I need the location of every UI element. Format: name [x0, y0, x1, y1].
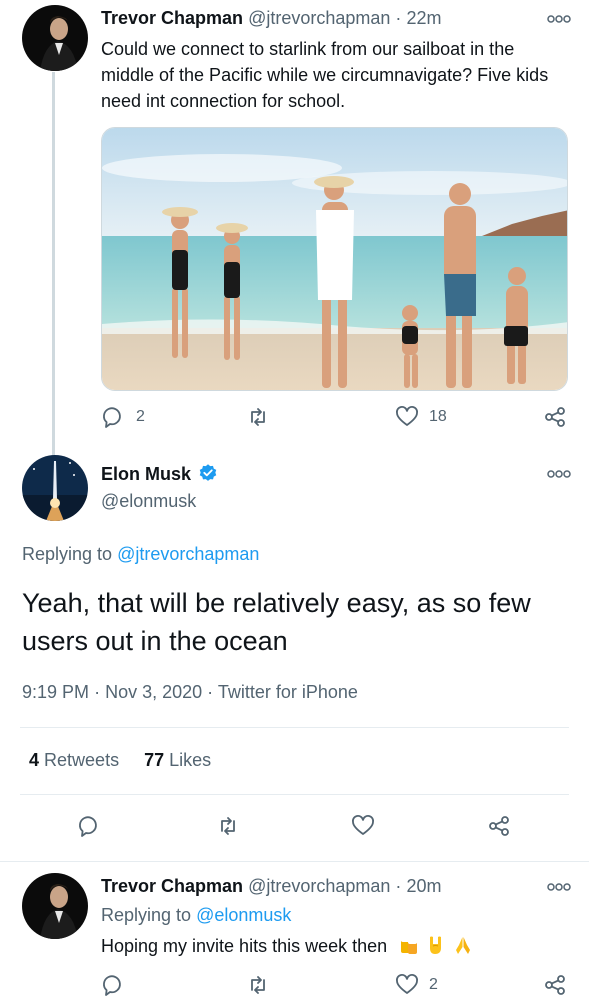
tweet-text-line: Hoping my invite hits this week then [101, 934, 474, 957]
separator-dot: · [94, 682, 101, 702]
like-action[interactable]: 18 [395, 405, 447, 429]
author-name[interactable]: Elon Musk [101, 464, 191, 484]
tweet-photo[interactable] [101, 127, 568, 391]
heart-icon [352, 815, 374, 835]
heart-icon [396, 974, 418, 994]
thread-connector [52, 72, 55, 456]
share-action[interactable] [543, 973, 567, 997]
tweet-time[interactable]: 9:19 PM [22, 682, 89, 702]
reply-icon [103, 407, 121, 428]
like-count: 18 [429, 408, 447, 425]
tweet-source[interactable]: Twitter for iPhone [218, 682, 358, 702]
share-action[interactable] [543, 405, 567, 429]
verified-badge-icon [199, 464, 217, 481]
engagement-stats: 4 Retweets 77 Likes [29, 750, 211, 771]
avatar[interactable] [22, 873, 88, 939]
rock-on-hand-emoji-icon [430, 936, 442, 954]
tweet-text: Could we connect to starlink from our sa… [101, 39, 549, 111]
retweet-icon [251, 976, 265, 994]
author-handle[interactable]: @elonmusk [101, 491, 196, 512]
reply-icon [103, 975, 121, 996]
share-icon [545, 975, 565, 995]
retweet-action[interactable] [246, 405, 270, 429]
likes-stat[interactable]: 77 Likes [144, 750, 211, 770]
replying-to-label: Replying to [101, 905, 192, 925]
share-icon [489, 816, 509, 836]
separator-dot: · [395, 876, 402, 896]
reply-action[interactable]: 2 [102, 405, 145, 429]
divider [20, 794, 569, 795]
timestamp[interactable]: 22m [406, 8, 441, 28]
retweets-stat[interactable]: 4 Retweets [29, 750, 124, 770]
retweets-count: 4 [29, 750, 40, 770]
like-button[interactable] [351, 814, 375, 838]
timestamp[interactable]: 20m [406, 876, 441, 896]
tweet-header: Trevor Chapman @jtrevorchapman · 20m [101, 876, 441, 897]
replying-to-link[interactable]: @jtrevorchapman [117, 544, 259, 564]
divider [0, 861, 589, 862]
separator-dot: · [395, 8, 402, 28]
likes-count: 77 [144, 750, 165, 770]
retweet-icon [251, 408, 265, 426]
replying-to-label: Replying to [22, 544, 113, 564]
share-button[interactable] [487, 814, 511, 838]
tweet-header: Trevor Chapman @jtrevorchapman · 22m [101, 8, 441, 29]
likes-label: Likes [169, 750, 212, 770]
heart-icon [396, 406, 418, 426]
tweet-date[interactable]: Nov 3, 2020 [105, 682, 202, 702]
retweet-icon [221, 817, 235, 835]
author-handle[interactable]: @jtrevorchapman [248, 8, 390, 28]
tweet-header: Elon Musk [101, 463, 218, 485]
more-options-icon[interactable] [547, 882, 571, 892]
author-handle[interactable]: @jtrevorchapman [248, 876, 390, 896]
like-count: 2 [429, 976, 438, 993]
replying-to-line: Replying to @jtrevorchapman [22, 544, 259, 565]
reply-icon [79, 816, 97, 837]
replying-to-link[interactable]: @elonmusk [196, 905, 291, 925]
tweet-text: Hoping my invite hits this week then [101, 936, 388, 956]
more-options-icon[interactable] [547, 469, 571, 479]
reply-action[interactable] [102, 973, 126, 997]
separator-dot: · [207, 682, 214, 702]
author-name[interactable]: Trevor Chapman [101, 8, 243, 28]
beer-mugs-emoji-icon [401, 938, 418, 954]
replying-to-line: Replying to @elonmusk [101, 905, 291, 926]
reply-count: 2 [136, 408, 145, 425]
reply-button[interactable] [78, 814, 102, 838]
retweets-label: Retweets [44, 750, 120, 770]
divider [20, 727, 569, 728]
more-options-icon[interactable] [547, 14, 571, 24]
author-name[interactable]: Trevor Chapman [101, 876, 243, 896]
retweet-button[interactable] [216, 814, 240, 838]
main-tweet-text: Yeah, that will be relatively easy, as s… [22, 588, 531, 656]
share-icon [545, 407, 565, 427]
avatar[interactable] [22, 5, 88, 71]
praying-hands-emoji-icon [456, 937, 471, 954]
avatar[interactable] [22, 455, 88, 521]
tweet-meta: 9:19 PM · Nov 3, 2020 · Twitter for iPho… [22, 682, 358, 703]
like-action[interactable]: 2 [395, 973, 438, 997]
retweet-action[interactable] [246, 973, 270, 997]
